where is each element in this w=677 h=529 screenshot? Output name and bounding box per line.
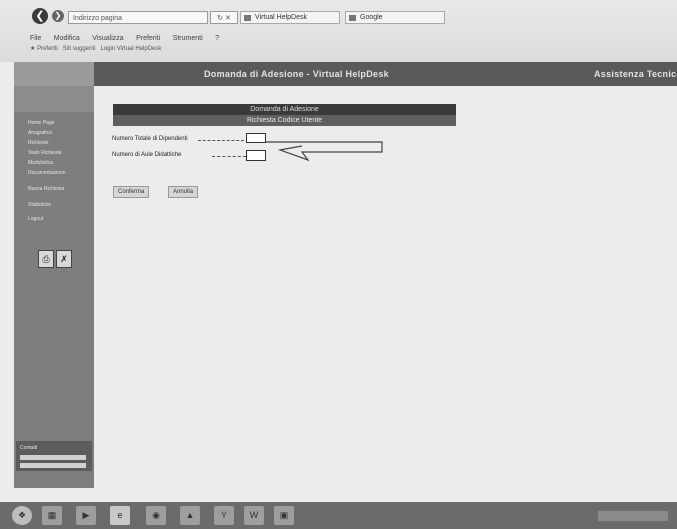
menu-bar: File Modifica Visualizza Preferiti Strum…	[30, 27, 227, 45]
site-banner: Domanda di Adesione - Virtual HelpDesk A…	[14, 62, 677, 86]
sidebar-header	[14, 86, 94, 112]
dotted-leader-1	[198, 140, 244, 141]
sidebar-item-home[interactable]: Home Page	[28, 120, 54, 126]
sidebar-footer-link-2[interactable]	[20, 463, 86, 468]
taskbar: ❖ ▦ ▶ e ◉ ▲ Y W ▣	[0, 502, 677, 529]
sidebar-footer-box: Contatti	[16, 441, 92, 471]
employees-label: Numero Totale di Dipendenti	[112, 136, 188, 142]
sidebar-item-stats[interactable]: Statistiche	[28, 202, 51, 208]
banner-right-title: Assistenza Tecnica	[594, 69, 677, 79]
menu-file[interactable]: File	[30, 35, 41, 42]
menu-favorites[interactable]: Preferiti	[136, 35, 160, 42]
confirm-button[interactable]: Conferma	[113, 186, 150, 198]
sidebar: Home Page Anagrafica Richieste Stato Ric…	[14, 86, 94, 488]
sidebar-item-request-status[interactable]: Stato Richieste	[28, 150, 62, 156]
back-arrow-icon[interactable]: ❮	[32, 8, 48, 24]
app2-icon[interactable]: ▣	[274, 506, 294, 525]
folder-icon[interactable]: ▦	[42, 506, 62, 525]
system-tray[interactable]	[598, 511, 668, 521]
suggested-sites-link[interactable]: Siti suggeriti	[63, 46, 96, 52]
login-helpdesk-link[interactable]: Login Virtual HelpDesk	[100, 46, 161, 52]
menu-tools[interactable]: Strumenti	[173, 35, 203, 42]
cancel-button[interactable]: Annulla	[168, 186, 199, 198]
form-title-bar: Domanda di Adesione	[113, 104, 456, 115]
tab-google[interactable]: Google	[345, 11, 445, 24]
search-refresh-controls[interactable]: ↻ ✕	[210, 11, 238, 24]
sidebar-item-logout[interactable]: Logout	[28, 216, 43, 222]
sidebar-item-new-request[interactable]: Nuova Richiesta	[28, 186, 64, 192]
dotted-leader-2	[212, 156, 246, 157]
favorites-star-icon[interactable]: ★	[30, 46, 35, 52]
banner-title: Domanda di Adesione - Virtual HelpDesk	[204, 69, 389, 79]
app-icon[interactable]: Y	[214, 506, 234, 525]
media-icon[interactable]: ▶	[76, 506, 96, 525]
menu-edit[interactable]: Modifica	[54, 35, 80, 42]
forward-arrow-icon[interactable]: ❯	[52, 10, 64, 22]
sidebar-item-requests[interactable]: Richieste	[28, 140, 49, 146]
sidebar-item-forms[interactable]: Modulistica	[28, 160, 53, 166]
favorites-link[interactable]: Preferiti	[37, 46, 58, 52]
browser-chrome: ❮ ❯ Indirizzo pagina ↻ ✕ Virtual HelpDes…	[0, 0, 677, 62]
chrome-icon[interactable]: ◉	[146, 506, 166, 525]
start-icon[interactable]: ❖	[12, 506, 32, 525]
tools-icon[interactable]: ✗	[56, 250, 72, 268]
favorites-bar: ★ Preferiti Siti suggeriti Login Virtual…	[30, 45, 161, 52]
address-bar[interactable]: Indirizzo pagina	[68, 11, 208, 24]
sidebar-footer-label[interactable]: Contatti	[20, 445, 37, 451]
form-header: Domanda di Adesione Richiesta Codice Ute…	[113, 104, 456, 126]
browser-icon[interactable]: e	[110, 506, 130, 525]
sidebar-item-registry[interactable]: Anagrafica	[28, 130, 52, 136]
menu-view[interactable]: Visualizza	[92, 35, 123, 42]
tab-virtual-helpdesk[interactable]: Virtual HelpDesk	[240, 11, 340, 24]
classrooms-label: Numero di Aule Didattiche	[112, 152, 182, 158]
sidebar-footer-link-1[interactable]	[20, 455, 86, 460]
print-icon[interactable]: ⎙	[38, 250, 54, 268]
menu-help[interactable]: ?	[215, 35, 219, 42]
acrobat-icon[interactable]: ▲	[180, 506, 200, 525]
sidebar-item-docs[interactable]: Documentazione	[28, 170, 66, 176]
logo-image	[14, 62, 94, 86]
annotation-arrow	[266, 141, 383, 162]
word-icon[interactable]: W	[244, 506, 264, 525]
form-subtitle-bar: Richiesta Codice Utente	[113, 115, 456, 126]
